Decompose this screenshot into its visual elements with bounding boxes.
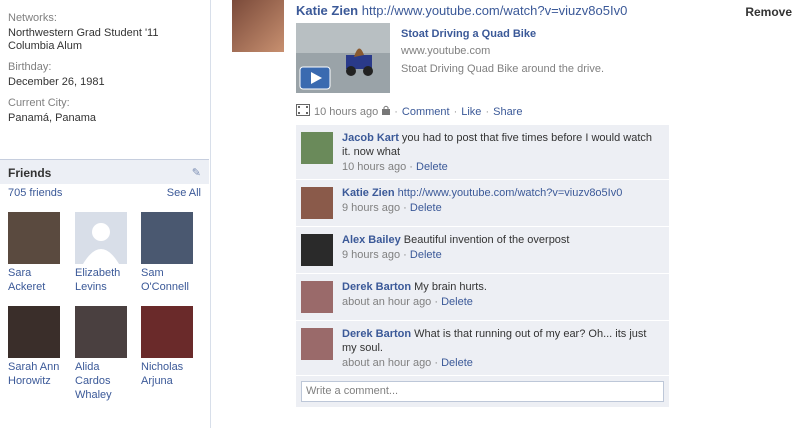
profile-info: Networks: Northwestern Grad Student '11 … [0,0,210,125]
current-city-label: Current City: [8,97,70,109]
video-thumbnail[interactable] [296,23,390,93]
comment-body: Derek Barton My brain hurts. [342,280,663,294]
friend-tile[interactable]: Alida Cardos Whaley [75,306,135,402]
write-comment-area: Write a comment... [296,376,669,407]
comment-item: Derek Barton What is that running out of… [296,321,669,376]
delete-link[interactable]: Delete [410,202,442,214]
comment-item: Katie Zien http://www.youtube.com/watch?… [296,180,669,227]
commenter-name[interactable]: Katie Zien [342,187,395,199]
video-thumbnail-image [296,23,390,93]
video-domain: www.youtube.com [401,45,491,57]
delete-link[interactable]: Delete [416,161,448,173]
comment-item: Derek Barton My brain hurts. about an ho… [296,274,669,321]
comment-meta: 10 hours ago · Delete [342,161,448,173]
friend-name[interactable]: Elizabeth Levins [75,266,135,294]
friend-tile[interactable]: Nicholas Arjuna [141,306,201,388]
comment-body: Derek Barton What is that running out of… [342,327,663,355]
lock-icon [382,105,391,118]
wall-post: Katie Zien http://www.youtube.com/watch?… [232,0,800,428]
networks-value: Northwestern Grad Student '11 Columbia A… [8,27,202,53]
write-comment-input[interactable]: Write a comment... [301,381,664,402]
current-city-value: Panamá, Panama [8,112,97,124]
delete-link[interactable]: Delete [441,296,473,308]
separator: · [394,105,398,118]
friends-header: Friends ✎ [0,159,209,184]
friend-avatar[interactable] [141,212,193,264]
friends-title: Friends [8,166,52,180]
commenter-avatar[interactable] [301,234,333,266]
network-2: Columbia Alum [8,40,82,52]
comment-body: Alex Bailey Beautiful invention of the o… [342,233,663,247]
friend-avatar[interactable] [141,306,193,358]
comment-item: Alex Bailey Beautiful invention of the o… [296,227,669,274]
remove-button[interactable]: Remove [745,5,792,19]
profile-sidebar: Networks: Northwestern Grad Student '11 … [0,0,211,428]
commenter-name[interactable]: Derek Barton [342,281,411,293]
birthday-label: Birthday: [8,61,52,73]
default-avatar-icon [83,223,119,264]
separator: · [485,105,490,118]
comment-list: Jacob Kart you had to post that five tim… [296,125,669,407]
comment-action[interactable]: Comment [402,106,450,118]
comment-time: 9 hours ago [342,202,401,214]
comment-text: Beautiful invention of the overpost [403,234,570,246]
post-link[interactable]: http://www.youtube.com/watch?v=viuzv8o5I… [362,3,628,18]
delete-link[interactable]: Delete [441,357,473,369]
comment-time: 9 hours ago [342,249,401,261]
network-1: Northwestern Grad Student '11 [8,27,159,39]
commenter-name[interactable]: Jacob Kart [342,132,399,144]
video-description: Stoat Driving Quad Bike around the drive… [401,63,605,75]
comment-meta: 9 hours ago · Delete [342,249,442,261]
friend-avatar[interactable] [75,306,127,358]
like-action[interactable]: Like [461,106,481,118]
comment-body: Katie Zien http://www.youtube.com/watch?… [342,186,663,200]
comment-meta: about an hour ago · Delete [342,296,473,308]
comment-text: My brain hurts. [414,281,487,293]
comment-time: about an hour ago [342,296,432,308]
friend-name[interactable]: Sam O'Connell [141,266,201,294]
friend-name[interactable]: Nicholas Arjuna [141,360,201,388]
poster-avatar[interactable] [232,0,284,52]
see-all-link[interactable]: See All [167,187,201,199]
friend-avatar[interactable] [75,212,127,264]
friend-tile[interactable]: Sam O'Connell [141,212,201,294]
comment-link[interactable]: http://www.youtube.com/watch?v=viuzv8o5I… [398,187,623,199]
video-title-link[interactable]: Stoat Driving a Quad Bike [401,28,536,40]
commenter-avatar[interactable] [301,187,333,219]
comment-body: Jacob Kart you had to post that five tim… [342,131,663,159]
birthday-value: December 26, 1981 [8,76,105,88]
commenter-avatar[interactable] [301,132,333,164]
commenter-avatar[interactable] [301,328,333,360]
post-header: Katie Zien http://www.youtube.com/watch?… [296,3,627,18]
friend-avatar[interactable] [8,306,60,358]
commenter-name[interactable]: Derek Barton [342,328,411,340]
comment-meta: 9 hours ago · Delete [342,202,442,214]
video-type-icon [296,104,310,119]
friend-tile[interactable]: Elizabeth Levins [75,212,135,294]
friend-name[interactable]: Sarah Ann Horowitz [8,360,68,388]
comment-time: 10 hours ago [342,161,407,173]
friend-tile[interactable]: Sarah Ann Horowitz [8,306,68,388]
commenter-avatar[interactable] [301,281,333,313]
friend-avatar[interactable] [8,212,60,264]
separator: · [453,105,458,118]
comment-meta: about an hour ago · Delete [342,357,473,369]
comment-time: about an hour ago [342,357,432,369]
friend-tile[interactable]: Sara Ackeret [8,212,68,294]
friends-count-link[interactable]: 705 friends [8,187,62,199]
friend-name[interactable]: Alida Cardos Whaley [75,360,135,402]
poster-name[interactable]: Katie Zien [296,3,358,18]
commenter-name[interactable]: Alex Bailey [342,234,401,246]
post-meta: 10 hours ago · Comment · Like · Share [296,104,522,119]
share-action[interactable]: Share [493,106,522,118]
delete-link[interactable]: Delete [410,249,442,261]
networks-label: Networks: [8,12,57,24]
pencil-icon[interactable]: ✎ [192,166,201,179]
comment-item: Jacob Kart you had to post that five tim… [296,125,669,180]
friend-name[interactable]: Sara Ackeret [8,266,68,294]
post-timestamp[interactable]: 10 hours ago [314,106,378,118]
